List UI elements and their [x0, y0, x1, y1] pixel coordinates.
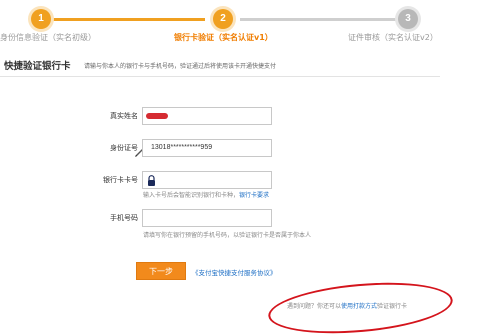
step-connector-todo: [240, 18, 398, 21]
real-name-field[interactable]: [142, 107, 272, 125]
step-2-label: 银行卡验证（实名认证v1）: [174, 33, 273, 42]
next-button[interactable]: 下一步: [136, 262, 186, 280]
step-1-circle: 1: [31, 9, 51, 29]
step-progress: 1 2 3 身份信息验证（实名初级） 银行卡验证（实名认证v1） 证件审核（实名…: [0, 0, 483, 50]
help-suffix: 验证银行卡: [377, 303, 408, 310]
section-header: 快捷验证银行卡 请输与你本人的银行卡与手机号码，验证通过后将使用该卡开通快捷支付: [0, 55, 440, 77]
help-text: 遇到问题？你还可以使用打款方式验证银行卡: [287, 301, 407, 310]
card-hint: 输入卡号后会智能识别银行和卡种，银行卡要求: [143, 190, 269, 199]
step-3-circle: 3: [398, 9, 418, 29]
phone-hint: 请填写你在银行预留的手机号码，以验证银行卡是否属于你本人: [143, 232, 312, 239]
card-requirements-link[interactable]: 银行卡要求: [239, 192, 269, 199]
redacted-name-mark: [146, 113, 168, 119]
remittance-verify-link[interactable]: 使用打款方式: [341, 303, 377, 310]
card-hint-text: 输入卡号后会智能识别银行和卡种，: [143, 192, 240, 199]
step-connector-done: [50, 18, 205, 21]
card-label: 银行卡卡号: [103, 176, 138, 184]
phone-label: 手机号码: [110, 214, 138, 222]
agreement-link[interactable]: 《支付宝快捷支付服务协议》: [192, 267, 277, 277]
id-label: 身份证号: [110, 144, 138, 152]
lock-icon: [148, 175, 155, 186]
section-title: 快捷验证银行卡: [4, 61, 71, 72]
id-number-field[interactable]: 13018***********959: [142, 139, 272, 157]
section-description: 请输与你本人的银行卡与手机号码，验证通过后将使用该卡开通快捷支付: [84, 63, 277, 70]
bank-card-field[interactable]: [142, 171, 272, 189]
step-1-label: 身份信息验证（实名初级）: [0, 33, 96, 42]
step-3-label: 证件审核（实名认证v2）: [348, 33, 438, 42]
step-2-circle: 2: [213, 9, 233, 29]
help-prefix: 遇到问题？你还可以: [287, 303, 342, 310]
phone-field[interactable]: [142, 209, 272, 227]
name-label: 真实姓名: [110, 112, 138, 120]
